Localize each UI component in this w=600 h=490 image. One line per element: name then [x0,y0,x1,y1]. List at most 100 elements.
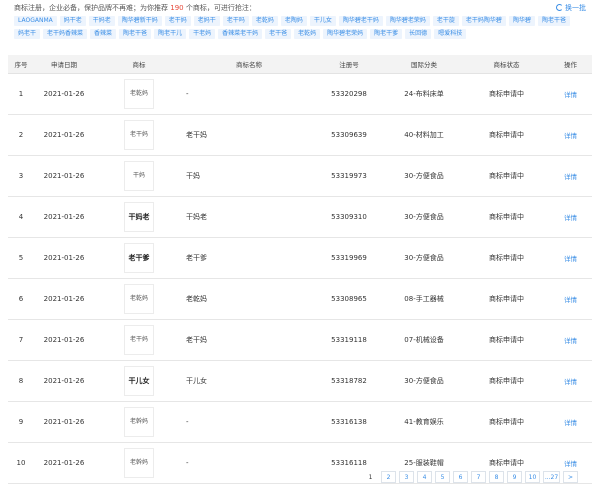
trademark-logo-image[interactable]: 老干爹 [124,243,154,273]
trademark-name: 老干妈 [184,319,314,361]
trademark-status: 商标申请中 [464,319,549,361]
tag-row: 妈老干 老干妈香辣菜 香辣菜 陶老干爸 陶老干儿 干老妈 香辣菜老干妈 老干爸 老乾妈 陶华碧老荣… [14,29,586,39]
details-link[interactable]: 详情 [564,296,577,304]
tag-chip[interactable]: 妈干老 [59,16,86,26]
details-link[interactable]: 详情 [564,173,577,181]
details-link[interactable]: 详情 [564,255,577,263]
trademark-logo-image[interactable]: 老乾妈 [124,284,154,314]
tag-chip[interactable]: 妈老干 [14,29,41,39]
tag-chip[interactable]: LAOGANMA [14,16,57,26]
page-button[interactable]: 4 [417,471,432,483]
trademark-logo-cell: 老乾妈 [94,73,184,115]
trademark-logo-image[interactable]: 老乾妈 [124,79,154,109]
details-cell: 详情 [549,401,592,443]
column-header: 商标名称 [184,55,314,74]
page-button[interactable]: 2 [381,471,396,483]
trademark-logo-image[interactable]: 老幹妈 [124,448,154,478]
details-link[interactable]: 详情 [564,460,577,468]
page-button[interactable]: 5 [435,471,450,483]
tag-chip[interactable]: 老干妈香辣菜 [43,29,88,39]
tag-chip[interactable]: 老乾妈 [294,29,321,39]
details-link[interactable]: 详情 [564,378,577,386]
details-cell: 详情 [549,73,592,115]
tag-chip[interactable]: 陶华碧老干妈 [338,16,383,26]
trademark-name: 干儿女 [184,360,314,402]
tag-chip[interactable]: 陶华碧老荣妈 [385,16,430,26]
registration-number: 53316138 [314,401,384,443]
international-class: 30-方便食品 [384,237,464,279]
international-class: 07-机械设备 [384,319,464,361]
tag-chip[interactable]: 香辣菜 [90,29,117,39]
tag-chip[interactable]: 老干妈 [164,16,191,26]
page-button[interactable]: 7 [471,471,486,483]
trademark-logo-image[interactable]: 老干妈 [124,325,154,355]
details-cell: 详情 [549,114,592,156]
trademark-status: 商标申请中 [464,73,549,115]
tag-chip[interactable]: 陶华碧老荣妈 [323,29,368,39]
details-link[interactable]: 详情 [564,132,577,140]
details-link[interactable]: 详情 [564,91,577,99]
trademark-logo-image[interactable]: 干儿女 [124,366,154,396]
page-button[interactable]: 10 [525,471,540,483]
tag-chip[interactable]: 陶华碧 [508,16,535,26]
tag-chip[interactable]: 长回德 [405,29,432,39]
tag-chip[interactable]: 老妈干 [193,16,220,26]
tag-chip[interactable]: 老干旋 [432,16,459,26]
tag-chip[interactable]: 干妈老 [88,16,115,26]
details-link[interactable]: 详情 [564,419,577,427]
refresh-button[interactable]: 换一批 [556,3,586,13]
tag-chip[interactable]: 陶老干爸 [537,16,570,26]
trademark-name: 老干妈 [184,114,314,156]
tag-chip[interactable]: 老干吗 [222,16,249,26]
page-button[interactable]: ...27 [543,471,560,483]
table-header-row: 序号 申请日期 商标 商标名称 注册号 国际分类 商标状态 操作 [8,55,592,74]
page-button[interactable]: 9 [507,471,522,483]
tag-chip[interactable]: 陶老干爹 [370,29,403,39]
row-index: 9 [8,401,34,443]
registration-number: 53319969 [314,237,384,279]
tag-chip[interactable]: 老干妈陶华碧 [461,16,506,26]
registration-number: 53319118 [314,319,384,361]
tag-chip[interactable]: 老陶妈 [280,16,307,26]
trademark-name: 干妈 [184,155,314,197]
page-button[interactable]: 1 [363,471,378,483]
page-button[interactable]: 8 [489,471,504,483]
trademark-logo-image[interactable]: 干妈 [124,161,154,191]
details-link[interactable]: 详情 [564,214,577,222]
table-row: 1 2021-01-26 老乾妈 -53320298 24-布料床单 商标申请中 详情 [8,73,592,115]
trademark-name: 老乾妈 [184,278,314,320]
table-row: 2 2021-01-26 老干妈 老干妈 53309639 40-材料加工 商标申请中 详情 [8,114,592,156]
notice-suffix: 个商标，可进行抢注： [185,4,256,12]
details-cell: 详情 [549,360,592,402]
apply-date: 2021-01-26 [34,319,94,361]
tag-chip[interactable]: 陶华碧新干妈 [117,16,162,26]
tag-chip[interactable]: 老乾妈 [251,16,278,26]
details-link[interactable]: 详情 [564,337,577,345]
trademark-logo-image[interactable]: 老干妈 [124,120,154,150]
tag-chip[interactable]: 嗯爱科技 [434,29,467,39]
details-cell: 详情 [549,319,592,361]
table-row: 4 2021-01-26 干妈老 干妈老 53309310 30-方便食品 商标申请中 详情 [8,196,592,238]
trademark-status: 商标申请中 [464,278,549,320]
tag-chip[interactable]: 干老妈 [189,29,216,39]
apply-date: 2021-01-26 [34,237,94,279]
trademark-status: 商标申请中 [464,237,549,279]
tag-chip[interactable]: 陶老干爸 [119,29,152,39]
trademark-name: - [184,401,314,443]
details-cell: 详情 [549,278,592,320]
trademark-status: 商标申请中 [464,196,549,238]
trademark-logo-image[interactable]: 干妈老 [124,202,154,232]
notice-count: 190 [170,4,184,12]
column-header: 注册号 [314,55,384,74]
trademark-logo-cell: 老幹妈 [94,442,184,484]
column-header: 序号 [8,55,34,74]
tag-chip[interactable]: 香辣菜老干妈 [218,29,263,39]
registration-number: 53318782 [314,360,384,402]
trademark-logo-image[interactable]: 老幹妈 [124,407,154,437]
next-page-button[interactable]: > [563,471,578,483]
page-button[interactable]: 3 [399,471,414,483]
page-button[interactable]: 6 [453,471,468,483]
tag-chip[interactable]: 干儿女 [309,16,336,26]
tag-chip[interactable]: 老干爸 [265,29,292,39]
tag-chip[interactable]: 陶老干儿 [154,29,187,39]
